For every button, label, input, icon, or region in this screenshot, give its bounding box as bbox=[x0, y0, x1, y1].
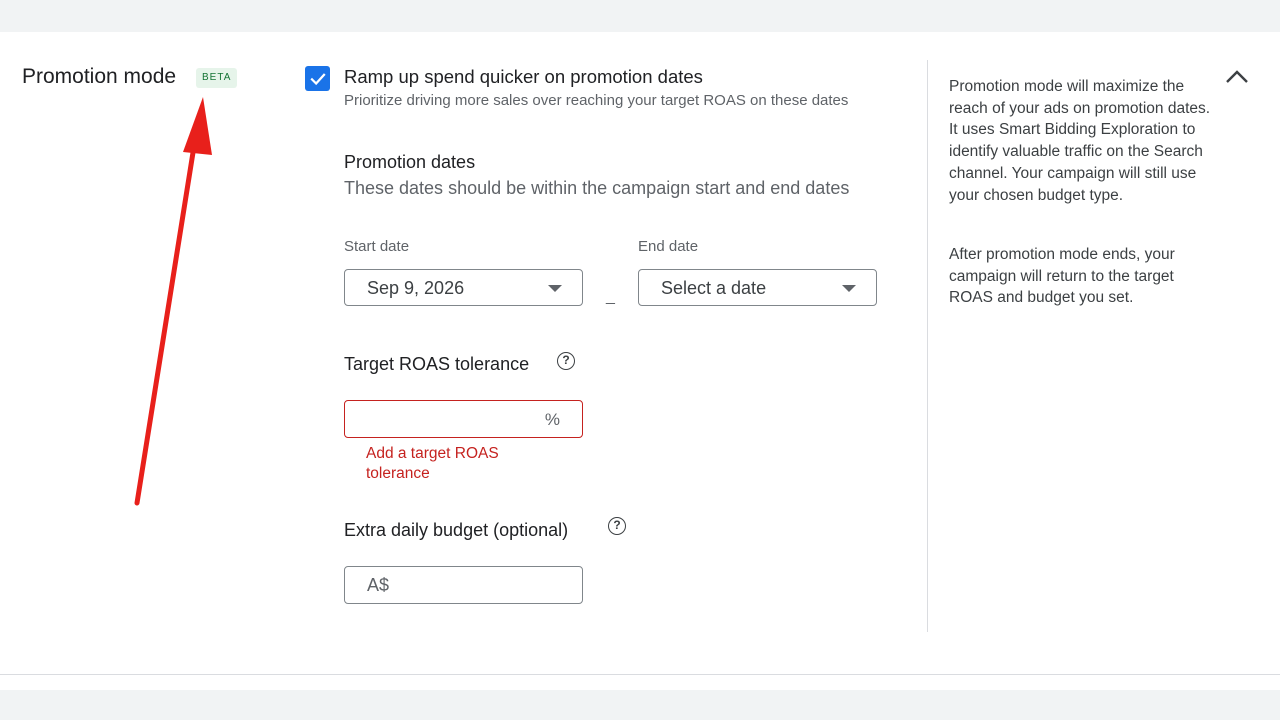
currency-prefix: A$ bbox=[367, 575, 390, 595]
dropdown-arrow-icon bbox=[548, 285, 562, 292]
percent-suffix: % bbox=[544, 410, 560, 429]
help-circle-icon[interactable]: ? bbox=[557, 352, 575, 370]
ramp-up-label[interactable]: Ramp up spend quicker on promotion dates bbox=[344, 66, 703, 88]
section-title: Promotion mode bbox=[22, 65, 177, 88]
help-text-paragraph-1: Promotion mode will maximize the reach o… bbox=[949, 78, 1211, 204]
end-date-value: Select a date bbox=[661, 278, 767, 298]
top-background-band bbox=[0, 0, 1280, 32]
end-date-select[interactable]: Select a date bbox=[638, 269, 877, 306]
ramp-up-checkbox[interactable] bbox=[305, 66, 330, 91]
roas-tolerance-input[interactable]: % bbox=[344, 400, 583, 438]
end-date-label: End date bbox=[638, 238, 699, 255]
start-date-select[interactable]: Sep 9, 2026 bbox=[344, 269, 583, 306]
promotion-dates-description: These dates should be within the campaig… bbox=[344, 178, 850, 198]
promotion-dates-heading: Promotion dates bbox=[344, 152, 476, 172]
start-date-label: Start date bbox=[344, 238, 410, 255]
help-text-paragraph-2: After promotion mode ends, your campaign… bbox=[949, 246, 1175, 307]
bottom-divider bbox=[0, 674, 1280, 675]
start-date-value: Sep 9, 2026 bbox=[367, 278, 465, 298]
date-range-separator: _ bbox=[606, 288, 615, 305]
help-circle-icon[interactable]: ? bbox=[608, 517, 626, 535]
bottom-background-band bbox=[0, 690, 1280, 720]
chevron-up-icon[interactable] bbox=[1222, 64, 1252, 88]
dropdown-arrow-icon bbox=[842, 285, 856, 292]
roas-tolerance-heading: Target ROAS tolerance bbox=[344, 354, 530, 374]
panel-divider bbox=[927, 60, 928, 632]
beta-badge: BETA bbox=[196, 68, 238, 88]
extra-budget-input[interactable]: A$ bbox=[344, 566, 583, 604]
extra-budget-heading: Extra daily budget (optional) bbox=[344, 520, 569, 540]
ramp-up-sublabel: Prioritize driving more sales over reach… bbox=[344, 92, 849, 109]
roas-tolerance-error: Add a target ROAS tolerance bbox=[366, 445, 499, 482]
checkmark-icon bbox=[309, 72, 326, 85]
